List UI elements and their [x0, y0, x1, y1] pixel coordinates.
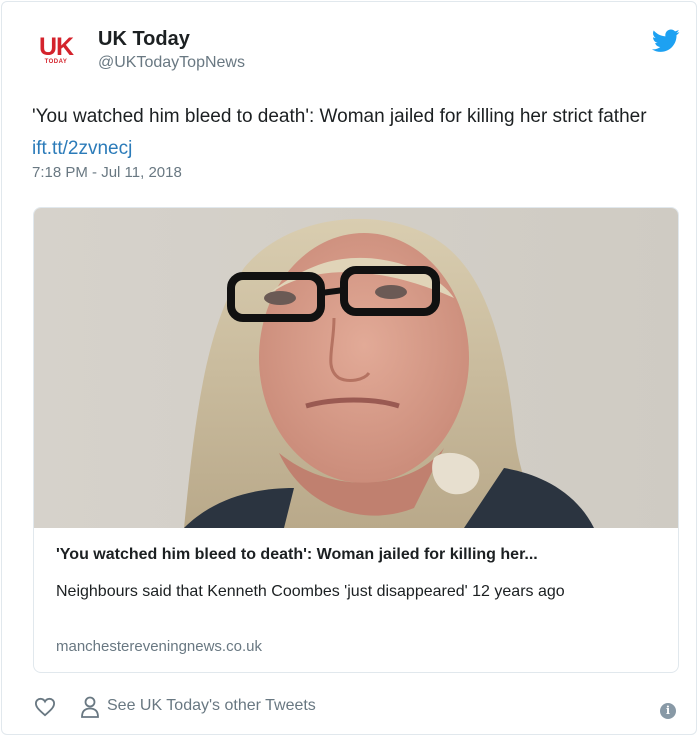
tweet-timestamp[interactable]: 7:18 PM - Jul 11, 2018 [32, 164, 182, 181]
tweet-text: 'You watched him bleed to death': Woman … [32, 101, 672, 165]
heart-icon[interactable] [34, 697, 56, 717]
see-other-tweets-link[interactable]: See UK Today's other Tweets [107, 697, 316, 715]
tweet-header: UK TODAY UK Today @UKTodayTopNews [2, 2, 696, 92]
person-icon [81, 696, 99, 718]
card-description: Neighbours said that Kenneth Coombes 'ju… [56, 583, 565, 600]
tweet-link[interactable]: ift.tt/2zvnecj [32, 138, 132, 159]
tweet-text-body: 'You watched him bleed to death': Woman … [32, 106, 647, 127]
card-title[interactable]: 'You watched him bleed to death': Woman … [56, 546, 666, 564]
avatar-logo-subtext: TODAY [44, 59, 68, 65]
link-preview-card[interactable]: 'You watched him bleed to death': Woman … [33, 207, 679, 673]
author-handle[interactable]: @UKTodayTopNews [98, 54, 245, 72]
author-name[interactable]: UK Today [98, 28, 190, 51]
tweet-card: UK TODAY UK Today @UKTodayTopNews 'You w… [1, 1, 697, 735]
tweet-footer: See UK Today's other Tweets i [2, 692, 696, 728]
card-domain: manchestereveningnews.co.uk [56, 638, 262, 655]
avatar[interactable]: UK TODAY [36, 35, 76, 75]
twitter-bird-icon[interactable] [652, 29, 680, 53]
article-photo [34, 208, 678, 528]
info-icon[interactable]: i [660, 703, 676, 719]
avatar-logo-text: UK [38, 33, 74, 61]
